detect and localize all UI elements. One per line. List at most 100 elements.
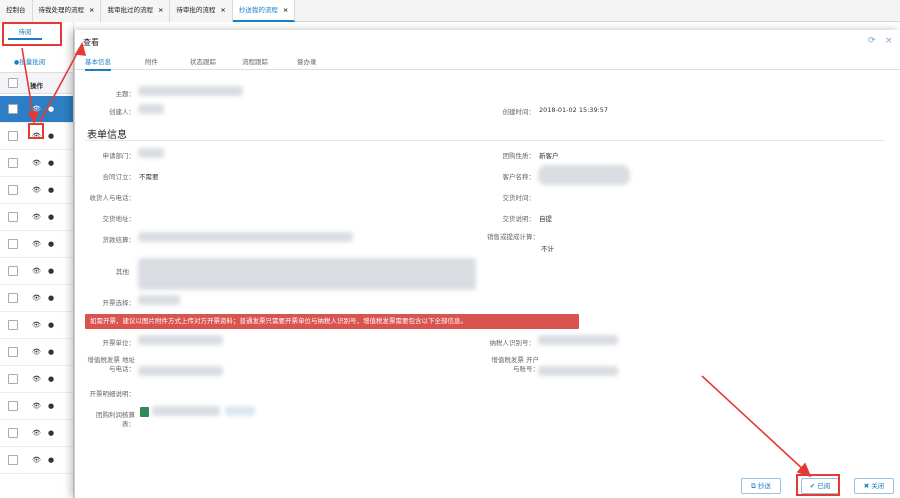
row-checkbox[interactable] [8,428,18,438]
eye-icon[interactable]: 👁 [32,375,41,383]
created-time-label: 创建时间： [502,108,536,116]
vat-addr-phone-label: 增值税发票 地址与电话： [87,356,135,373]
attachment-link-redacted[interactable] [225,406,255,416]
eye-icon[interactable]: 👁 [32,429,41,437]
invoice-unit-value-redacted [138,335,223,345]
vat-bank-value-redacted [538,366,618,376]
close-x-icon: ✖ [863,482,870,490]
table-row[interactable]: 👁 ● [0,339,73,366]
tab-console[interactable]: 控制台 [0,0,33,22]
comment-icon[interactable]: ● [48,375,54,383]
tab-status-track[interactable]: 状态跟踪 [190,56,216,66]
form-section-title: 表单信息 [87,130,127,141]
delivery-time-label: 交货时间： [502,194,536,202]
tab-close-icon[interactable]: × [283,6,288,14]
invoice-detail-label: 开票明细说明： [89,390,136,398]
sales-label: 销售或提成计算： [487,233,539,241]
tab-awaiting-approval[interactable]: 待审批的流程 × [170,0,233,22]
comment-icon[interactable]: ● [48,429,54,437]
comment-icon[interactable]: ● [48,132,54,140]
cc-button[interactable]: ⧉ 抄送 [741,478,781,494]
tab-attachments[interactable]: 附件 [145,56,158,66]
table-row[interactable]: 👁 ● [0,204,73,231]
delivery-note-value: 自提 [539,215,552,223]
eye-icon[interactable]: 👁 [32,267,41,275]
eye-icon[interactable]: 👁 [32,186,41,194]
comment-icon[interactable]: ● [48,240,54,248]
row-checkbox[interactable] [8,374,18,384]
delivery-addr-label: 交货地址： [102,215,136,223]
comment-icon[interactable]: ● [48,213,54,221]
eye-icon[interactable]: 👁 [32,456,41,464]
table-row[interactable]: 👁 ● [0,366,73,393]
comment-icon[interactable]: ● [48,105,54,113]
receiver-label: 收货人与电话： [89,194,136,202]
annotation-box-read-button [796,474,840,496]
tab-close-icon[interactable]: × [220,6,225,14]
table-row[interactable]: 👁 ● [0,312,73,339]
comment-icon[interactable]: ● [48,267,54,275]
batch-read-button[interactable]: ●批量批阅 [14,56,45,66]
comment-icon[interactable]: ● [48,159,54,167]
close-icon[interactable]: × [885,36,893,46]
table-row[interactable]: 👁 ● [0,231,73,258]
eye-icon[interactable]: 👁 [32,402,41,410]
close-button-label: 关闭 [871,482,885,490]
row-checkbox[interactable] [8,185,18,195]
tab-pending-process[interactable]: 待我处理的流程 × [32,0,102,22]
eye-icon[interactable]: 👁 [32,348,41,356]
table-row[interactable]: 👁 ● [0,258,73,285]
comment-icon[interactable]: ● [48,348,54,356]
row-checkbox[interactable] [8,347,18,357]
eye-icon[interactable]: 👁 [32,240,41,248]
table-row[interactable]: 👁 ● [0,96,73,123]
row-checkbox[interactable] [8,401,18,411]
table-row[interactable]: 👁 ● [0,177,73,204]
table-row[interactable]: 👁 ● [0,285,73,312]
refresh-icon[interactable]: ⟳ [868,36,876,46]
invoice-choice-value-redacted [138,295,180,305]
view-dialog: 查看 ⟳ × 基本信息 附件 状态跟踪 流程跟踪 督办录 主题： 创建人： 创建… [74,30,900,498]
comment-icon[interactable]: ● [48,321,54,329]
row-checkbox[interactable] [8,212,18,222]
grid-header: 操作 [0,72,73,94]
tab-basic-info[interactable]: 基本信息 [85,56,111,71]
comment-icon[interactable]: ● [48,186,54,194]
tab-approved-process[interactable]: 我审批过的流程 × [101,0,171,22]
row-checkbox[interactable] [8,293,18,303]
table-row[interactable]: 👁 ● [0,447,73,474]
annotation-box-eye-icon [28,123,44,139]
row-checkbox[interactable] [8,455,18,465]
attachment-name-redacted[interactable] [152,406,220,416]
created-time-value: 2018-01-02 15:39:57 [539,106,609,114]
tab-supervision-log[interactable]: 督办录 [297,56,317,66]
delivery-note-label: 交货说明： [502,215,536,223]
payment-label: 货款结算： [102,236,136,244]
eye-icon[interactable]: 👁 [32,294,41,302]
table-row[interactable]: 👁 ● [0,420,73,447]
table-row[interactable]: 👁 ● [0,393,73,420]
eye-icon[interactable]: 👁 [32,321,41,329]
close-button[interactable]: ✖ 关闭 [854,478,894,494]
contract-label: 合同订立： [102,173,136,181]
eye-icon[interactable]: 👁 [32,105,41,113]
row-checkbox[interactable] [8,104,18,114]
tab-close-icon[interactable]: × [158,6,163,14]
tab-cc-to-me[interactable]: 抄送我的流程 × [232,0,296,22]
select-all-checkbox[interactable] [8,78,18,88]
table-row[interactable]: 👁 ● [0,150,73,177]
row-checkbox[interactable] [8,266,18,276]
comment-icon[interactable]: ● [48,456,54,464]
op-column-header: 操作 [30,82,43,90]
eye-icon[interactable]: 👁 [32,213,41,221]
row-checkbox[interactable] [8,239,18,249]
comment-icon[interactable]: ● [48,294,54,302]
tab-process-track[interactable]: 流程跟踪 [242,56,268,66]
left-pane: 待阅 ●批量批阅 操作 👁 ● 👁 ● 👁 ● 👁 ● 👁 ● 👁 ● 👁 ● 👁 ● 👁 ● 👁 ● 👁 ● 👁 ● 👁 ● 👁 ● [0,22,74,498]
row-checkbox[interactable] [8,320,18,330]
row-checkbox[interactable] [8,158,18,168]
comment-icon[interactable]: ● [48,402,54,410]
eye-icon[interactable]: 👁 [32,159,41,167]
row-checkbox[interactable] [8,131,18,141]
tab-close-icon[interactable]: × [89,6,94,14]
